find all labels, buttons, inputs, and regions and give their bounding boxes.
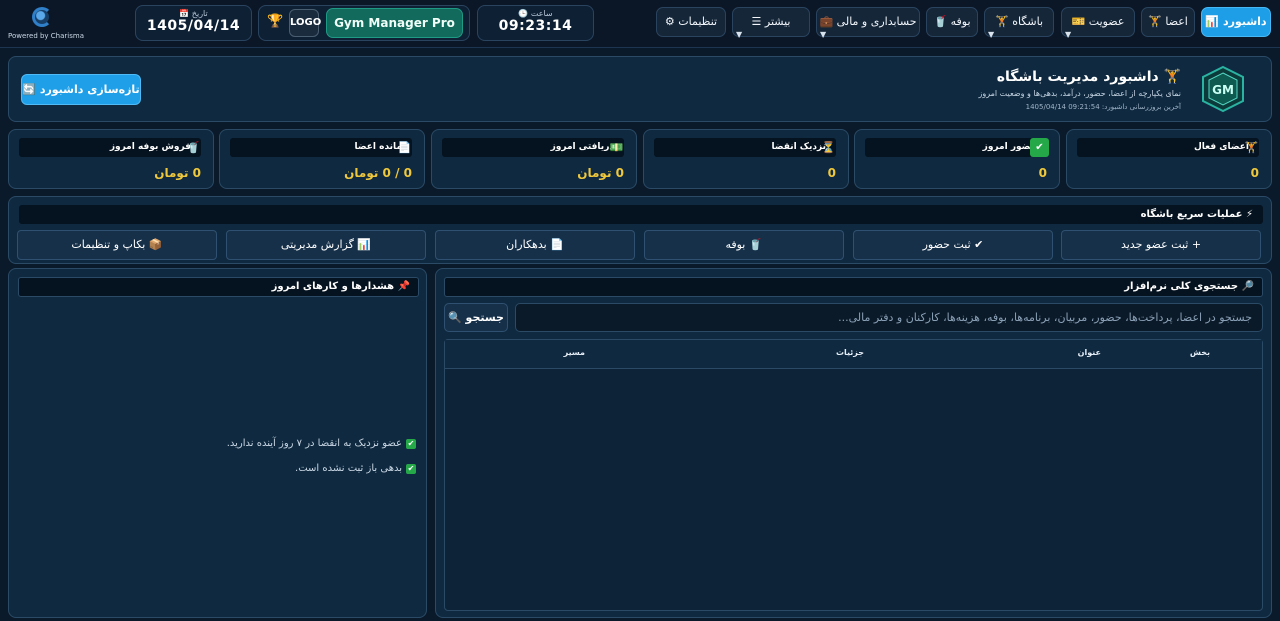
check-icon: ✔ (406, 439, 416, 449)
time-value: 09:23:14 (498, 18, 573, 34)
global-search-panel: 🔎 جستجوی کلی نرم‌افزار 🔍 جستجو بخش عنوان… (435, 268, 1272, 618)
search-button[interactable]: 🔍 جستجو (444, 303, 508, 332)
table-header: بخش عنوان جزئیات مسیر (445, 340, 1262, 369)
nav-buffet[interactable]: 🥤 بوفه (926, 7, 978, 37)
stat-value: 0 (1038, 166, 1047, 180)
cup-icon: 🥤 (186, 141, 201, 154)
nav-settings[interactable]: ⚙ تنظیمات (656, 7, 726, 37)
nav-more-label: ☰ بیشتر (751, 15, 791, 28)
stat-label: فروش بوفه امروز (19, 138, 201, 157)
stat-card-member-balance: مانده اعضا 📄 0 / 0 تومان (219, 129, 425, 189)
time-caption: 🕒 ساعت (518, 9, 553, 18)
dashboard-header: GM 🏋 داشبورد مدیریت باشگاه نمای یکپارچه … (8, 56, 1272, 122)
svg-text:GM: GM (1212, 83, 1234, 97)
stat-value: 0 (827, 166, 836, 180)
stat-value: 0 تومان (154, 166, 201, 180)
nav-members[interactable]: 🏋 اعضا (1141, 7, 1195, 37)
date-value: 1405/04/14 (146, 18, 241, 34)
quick-actions-panel: ⚡ عملیات سریع باشگاه + ثبت عضو جدید ✔ ثب… (8, 196, 1272, 264)
nav-accounting[interactable]: 💼 حسابداری و مالی ▼ (816, 7, 920, 39)
date-display: 📅 تاریخ 1405/04/14 (135, 5, 252, 41)
stat-value: 0 / 0 تومان (344, 166, 412, 180)
alert-text: بدهی باز ثبت نشده است. (295, 463, 402, 474)
debtors-button[interactable]: 📄 بدهکاران (435, 230, 635, 260)
backup-settings-button[interactable]: 📦 بکاپ و تنظیمات (17, 230, 217, 260)
column-header-title: عنوان (1077, 348, 1101, 357)
stat-card-today-attendance: حضور امروز ✔ 0 (854, 129, 1060, 189)
stat-label: اعضای فعال (1077, 138, 1259, 157)
date-caption: 📅 تاریخ (179, 9, 208, 18)
search-results-table: بخش عنوان جزئیات مسیر (444, 339, 1263, 611)
last-updated: آخرین بروزرسانی داشبورد: 1405/04/14 09:2… (1026, 103, 1181, 111)
nav-membership[interactable]: 🎫 عضویت ▼ (1061, 7, 1135, 39)
clock-display: 🕒 ساعت 09:23:14 (477, 5, 594, 41)
app-name-button[interactable]: Gym Manager Pro (326, 8, 463, 38)
refresh-dashboard-button[interactable]: 🔄 تازه‌سازی داشبورد (21, 74, 141, 105)
chevron-down-icon: ▼ (736, 30, 743, 39)
stat-card-near-expiry: نزدیک انقضا ⏳ 0 (643, 129, 849, 189)
alert-text: عضو نزدیک به انقضا در ۷ روز آینده ندارید… (226, 438, 402, 449)
powered-by-text: Powered by Charisma (8, 32, 84, 40)
nav-dashboard[interactable]: 📊 داشبورد (1201, 7, 1271, 37)
search-title: 🔎 جستجوی کلی نرم‌افزار (444, 277, 1263, 297)
stat-label: نزدیک انقضا (654, 138, 836, 157)
column-header-section: بخش (1189, 348, 1210, 357)
hourglass-icon: ⏳ (821, 141, 836, 154)
app-logo-group: 🏆 LOGO Gym Manager Pro (258, 5, 470, 41)
chevron-down-icon: ▼ (988, 30, 995, 39)
stat-label: دریافتی امروز (442, 138, 624, 157)
charisma-logo-icon (32, 7, 52, 27)
stat-card-active-members: اعضای فعال 🏋 0 (1066, 129, 1272, 189)
stat-value: 0 تومان (577, 166, 624, 180)
document-icon: 📄 (397, 141, 412, 154)
brand-logo: Powered by Charisma (8, 6, 84, 42)
buffet-button[interactable]: 🥤 بوفه (644, 230, 844, 260)
stat-value: 0 (1250, 166, 1259, 180)
money-icon: 💵 (609, 141, 624, 154)
top-navigation-bar: Powered by Charisma 📅 تاریخ 1405/04/14 🏆… (0, 0, 1280, 48)
stat-card-today-received: دریافتی امروز 💵 0 تومان (431, 129, 637, 189)
last-updated-label: آخرین بروزرسانی داشبورد: (1101, 103, 1181, 111)
search-input[interactable] (515, 303, 1263, 332)
nav-membership-label: 🎫 عضویت (1071, 15, 1125, 28)
column-header-details: جزئیات (835, 348, 864, 357)
nav-more[interactable]: ☰ بیشتر ▼ (732, 7, 810, 39)
record-attendance-button[interactable]: ✔ ثبت حضور (853, 230, 1053, 260)
stat-label: مانده اعضا (230, 138, 412, 157)
page-title: 🏋 داشبورد مدیریت باشگاه (996, 69, 1181, 85)
last-updated-value: 1405/04/14 09:21:54 (1025, 103, 1100, 111)
gym-emblem-icon: GM (1202, 65, 1244, 113)
page-subtitle: نمای یکپارچه از اعضا، حضور، درآمد، بدهی‌… (978, 89, 1181, 98)
stat-label: حضور امروز (865, 138, 1047, 157)
check-icon: ✔ (406, 464, 416, 474)
management-report-button[interactable]: 📊 گزارش مدیریتی (226, 230, 426, 260)
alerts-panel: 📌 هشدارها و کارهای امروز ✔ عضو نزدیک به ا… (8, 268, 427, 618)
column-header-path: مسیر (563, 348, 585, 357)
new-member-button[interactable]: + ثبت عضو جدید (1061, 230, 1261, 260)
alert-item: ✔ عضو نزدیک به انقضا در ۷ روز آینده نداری… (227, 438, 416, 449)
logo-button[interactable]: LOGO (289, 9, 321, 37)
alert-item: ✔ بدهی باز ثبت نشده است. (295, 463, 416, 474)
trophy-icon: 🏋 (1244, 141, 1259, 154)
stat-card-buffet-sales: فروش بوفه امروز 🥤 0 تومان (8, 129, 214, 189)
alerts-title: 📌 هشدارها و کارهای امروز (18, 277, 419, 297)
trophy-icon: 🏆 (267, 14, 284, 29)
chevron-down-icon: ▼ (1065, 30, 1072, 39)
nav-accounting-label: 💼 حسابداری و مالی (819, 15, 917, 28)
nav-club-label: 🏋 باشگاه (994, 15, 1044, 28)
quick-actions-title: ⚡ عملیات سریع باشگاه (19, 205, 1263, 224)
chevron-down-icon: ▼ (820, 30, 827, 39)
nav-club[interactable]: 🏋 باشگاه ▼ (984, 7, 1054, 39)
check-icon: ✔ (1030, 138, 1049, 157)
